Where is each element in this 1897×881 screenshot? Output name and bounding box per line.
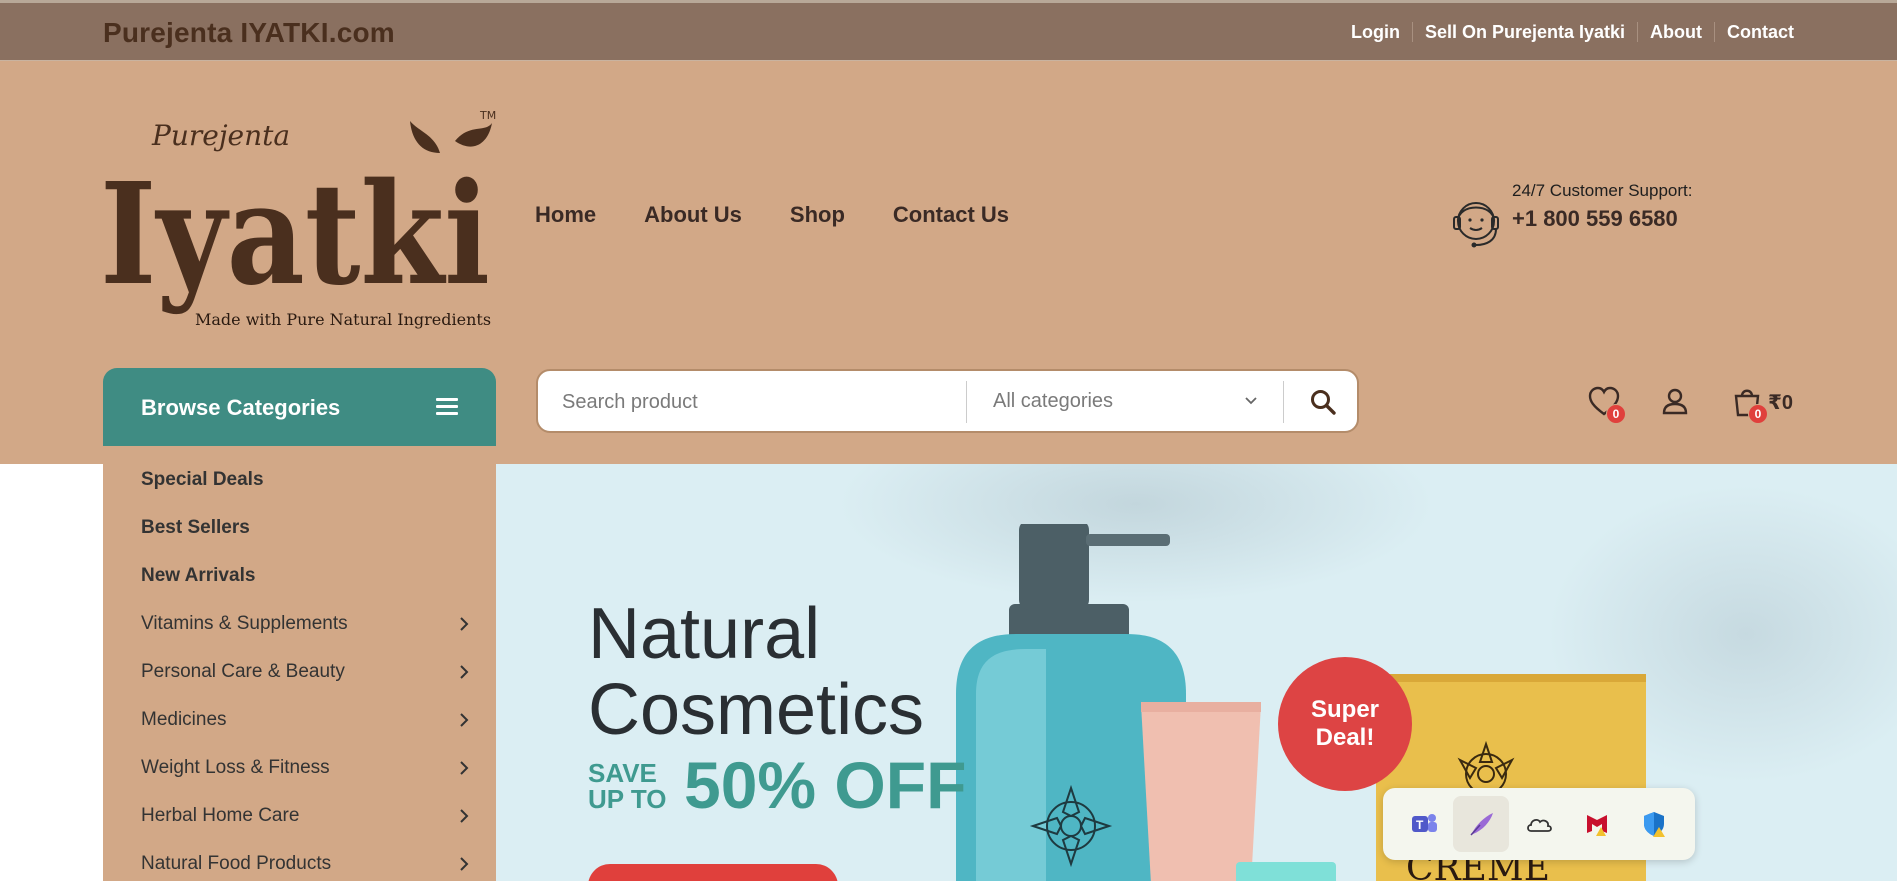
nav-shop[interactable]: Shop — [790, 202, 845, 228]
category-select[interactable]: All categories — [993, 390, 1113, 413]
category-label: Medicines — [141, 709, 227, 730]
divider — [1283, 381, 1284, 423]
sell-link[interactable]: Sell On Purejenta Iyatki — [1411, 22, 1637, 42]
category-special-deals[interactable]: Special Deals — [141, 456, 471, 504]
category-herbal-home-care[interactable]: Herbal Home Care — [141, 792, 471, 840]
nav-home[interactable]: Home — [535, 202, 596, 228]
chevron-right-icon — [460, 665, 469, 679]
customer-support: 24/7 Customer Support: +1 800 559 6580 — [1446, 181, 1726, 251]
logo-script: Purejenta — [151, 119, 290, 152]
category-best-sellers[interactable]: Best Sellers — [141, 504, 471, 552]
category-label: New Arrivals — [141, 565, 256, 586]
mcafee-icon[interactable] — [1569, 796, 1625, 852]
site-name[interactable]: Purejenta IYATKI.com — [103, 17, 395, 49]
cart-total[interactable]: ₹0 — [1768, 390, 1793, 415]
category-label: Herbal Home Care — [141, 805, 300, 826]
chevron-right-icon — [460, 809, 469, 823]
nav-contact-us[interactable]: Contact Us — [893, 202, 1009, 228]
category-medicines[interactable]: Medicines — [141, 696, 471, 744]
category-list: Special Deals Best Sellers New Arrivals … — [103, 446, 496, 881]
category-new-arrivals[interactable]: New Arrivals — [141, 552, 471, 600]
nav-about-us[interactable]: About Us — [644, 202, 742, 228]
menu-icon — [436, 398, 458, 416]
search-bar: All categories — [536, 369, 1359, 433]
save-label: SAVE UP TO — [588, 758, 667, 814]
search-icon — [1311, 390, 1336, 415]
onedrive-cloud-icon[interactable] — [1511, 796, 1567, 852]
wishlist-count-badge: 0 — [1606, 404, 1626, 424]
headset-support-icon — [1453, 202, 1499, 248]
main-nav: Home About Us Shop Contact Us — [535, 202, 1009, 228]
search-input[interactable] — [562, 389, 942, 415]
shop-now-button[interactable] — [588, 864, 838, 881]
category-vitamins-supplements[interactable]: Vitamins & Supplements — [141, 600, 471, 648]
system-tray-flyout: T — [1383, 788, 1695, 860]
feather-pen-icon[interactable] — [1453, 796, 1510, 852]
category-personal-care-beauty[interactable]: Personal Care & Beauty — [141, 648, 471, 696]
defender-shield-icon[interactable] — [1626, 796, 1682, 852]
logo-tm: TM — [479, 109, 496, 122]
divider — [966, 381, 967, 423]
chevron-right-icon — [460, 617, 469, 631]
category-label: Special Deals — [141, 469, 264, 490]
category-label: Personal Care & Beauty — [141, 661, 345, 682]
contact-link[interactable]: Contact — [1714, 22, 1794, 42]
support-label: 24/7 Customer Support: — [1512, 181, 1693, 200]
top-links: Login Sell On Purejenta Iyatki About Con… — [1339, 22, 1794, 42]
browse-categories-button[interactable]: Browse Categories — [103, 368, 496, 446]
cart-count-badge: 0 — [1748, 404, 1768, 424]
logo-tagline: Made with Pure Natural Ingredients — [195, 310, 491, 329]
support-phone[interactable]: +1 800 559 6580 — [1512, 206, 1678, 232]
login-link[interactable]: Login — [1339, 22, 1412, 42]
category-label: Best Sellers — [141, 517, 250, 538]
category-label: Natural Food Products — [141, 853, 332, 874]
category-weight-loss-fitness[interactable]: Weight Loss & Fitness — [141, 744, 471, 792]
logo-brand: Iyatki — [100, 153, 490, 317]
chevron-right-icon — [460, 857, 469, 871]
super-deal-badge: Super Deal! — [1278, 657, 1412, 791]
chevron-right-icon — [460, 761, 469, 775]
leaf-icon — [455, 123, 492, 147]
chevron-down-icon[interactable] — [1244, 395, 1258, 407]
svg-text:T: T — [1416, 818, 1424, 832]
chevron-right-icon — [460, 713, 469, 727]
brand-logo[interactable]: Purejenta Iyatki TM Made with Pure Natur… — [100, 83, 500, 353]
discount-text: 50% OFF — [684, 748, 967, 822]
search-button[interactable] — [1298, 381, 1348, 423]
category-natural-food-products[interactable]: Natural Food Products — [141, 840, 471, 881]
category-label: Vitamins & Supplements — [141, 613, 348, 634]
user-icon[interactable] — [1658, 385, 1692, 419]
browse-categories-label: Browse Categories — [141, 395, 341, 420]
category-label: Weight Loss & Fitness — [141, 757, 330, 778]
about-link[interactable]: About — [1637, 22, 1714, 42]
top-bar: Purejenta IYATKI.com Login Sell On Purej… — [0, 0, 1897, 61]
teams-icon[interactable]: T — [1396, 796, 1452, 852]
hero-title: Natural Cosmetics — [588, 594, 925, 750]
